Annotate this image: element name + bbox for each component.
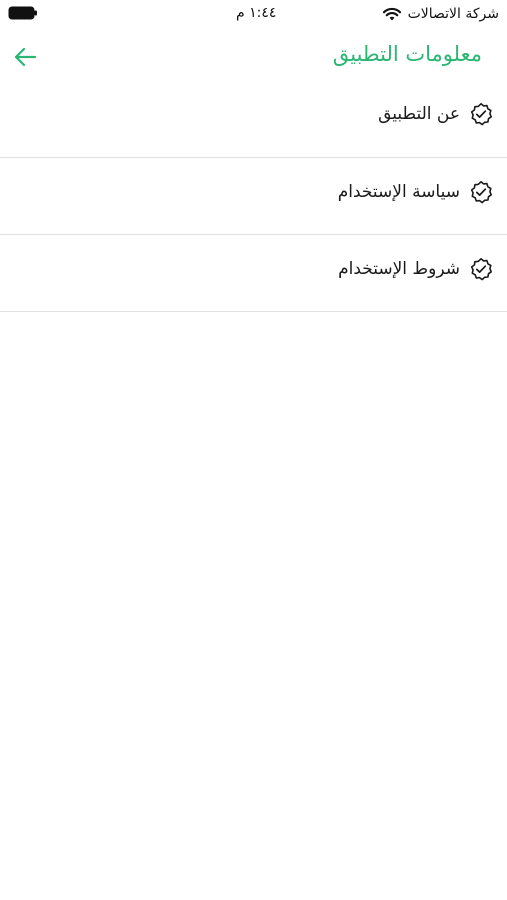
- menu-item-about-app[interactable]: عن التطبيق: [0, 80, 507, 158]
- menu-item-label: شروط الإستخدام: [338, 259, 460, 279]
- wifi-icon: [382, 7, 401, 21]
- carrier-name: شركة الاتصالات: [407, 6, 499, 22]
- app-header: معلومات التطبيق: [0, 38, 507, 78]
- arrow-left-icon: [14, 47, 37, 67]
- carrier-info: شركة الاتصالات: [382, 4, 499, 24]
- status-time: ١:٤٤ م: [236, 5, 277, 21]
- menu-item-label: سياسة الإستخدام: [337, 182, 460, 202]
- menu-item-label: عن التطبيق: [378, 104, 460, 124]
- verified-badge-icon: [470, 181, 492, 204]
- page-title: معلومات التطبيق: [332, 42, 482, 66]
- menu-item-usage-policy[interactable]: سياسة الإستخدام: [0, 158, 507, 235]
- status-bar: شركة الاتصالات ١:٤٤ م: [0, 0, 507, 28]
- menu-item-row: شروط الإستخدام: [338, 257, 493, 281]
- verified-badge-icon: [470, 258, 492, 281]
- menu-item-row: سياسة الإستخدام: [338, 180, 493, 204]
- back-button[interactable]: [8, 40, 42, 74]
- battery-icon: [8, 6, 37, 20]
- menu-item-row: عن التطبيق: [378, 102, 493, 126]
- menu-list: عن التطبيق سياسة الإستخدام شروط الإستخدا…: [0, 80, 507, 312]
- verified-badge-icon: [470, 103, 492, 126]
- menu-item-terms-of-use[interactable]: شروط الإستخدام: [0, 235, 507, 312]
